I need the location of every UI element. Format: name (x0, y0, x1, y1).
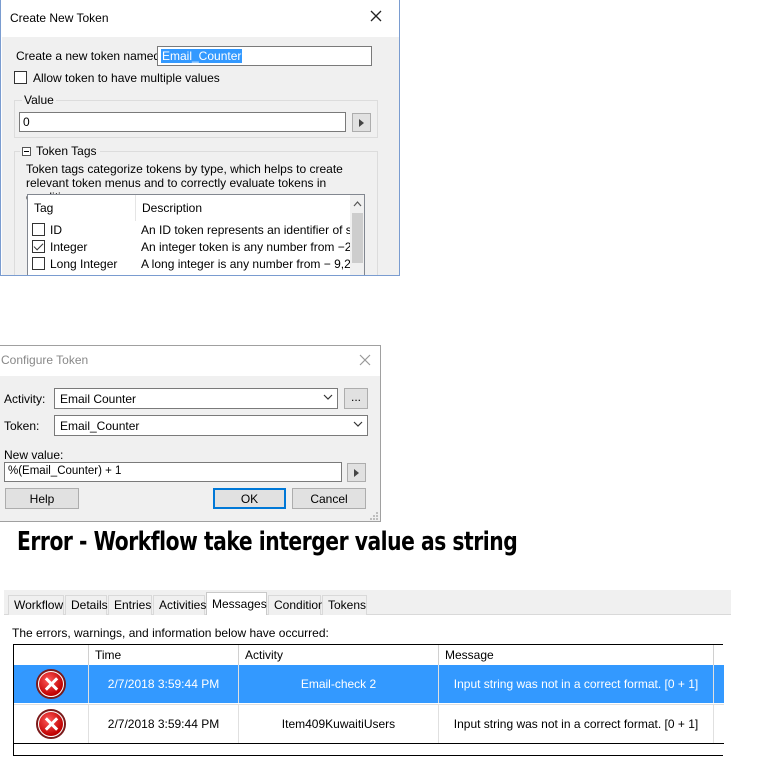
tag-description: A long integer is any number from − 9,22… (141, 257, 365, 271)
value-group-label: Value (22, 93, 56, 107)
multi-values-checkbox[interactable] (14, 71, 27, 84)
resize-grip-icon[interactable] (369, 511, 379, 521)
row-icon-cell (14, 705, 89, 743)
activity-cell: Email-check 2 (239, 665, 439, 703)
row-icon-cell (14, 665, 89, 703)
table-bottom-border (14, 743, 724, 744)
collapse-icon[interactable] (22, 147, 31, 156)
tag-column-header[interactable]: Tag (28, 195, 136, 221)
dialog-title: Configure Token (1, 353, 89, 367)
tag-name: Integer (50, 240, 88, 254)
token-label: Token: (4, 419, 40, 433)
tab-messages[interactable]: Messages (206, 592, 267, 615)
message-cell: Input string was not in a correct format… (439, 665, 714, 703)
scroll-thumb[interactable] (352, 213, 363, 263)
cancel-button[interactable]: Cancel (292, 488, 366, 509)
tag-checkbox[interactable] (32, 240, 45, 253)
tag-name: Long Integer (50, 257, 118, 271)
value-insert-button[interactable] (352, 113, 371, 132)
token-name-label: Create a new token named: (16, 49, 164, 63)
activity-column-header[interactable]: Activity (239, 645, 439, 665)
dialog-title: Create New Token (10, 11, 109, 25)
multi-values-label: Allow token to have multiple values (33, 71, 220, 85)
tag-name: ID (50, 223, 62, 237)
time-cell: 2/7/2018 3:59:44 PM (89, 705, 239, 743)
close-icon (370, 10, 382, 22)
error-icon (36, 709, 66, 739)
configure-token-dialog: Configure Token Activity: Email Counter … (0, 345, 381, 522)
close-button[interactable] (367, 7, 385, 25)
message-column-header[interactable]: Message (439, 645, 714, 665)
token-value: Email_Counter (60, 419, 140, 433)
tab-condition[interactable]: Condition (268, 595, 325, 615)
messages-intro: The errors, warnings, and information be… (12, 626, 329, 640)
new-value-label: New value: (4, 448, 64, 462)
error-caption: Error - Workflow take interger value as … (17, 527, 518, 557)
token-name-field[interactable]: Email_Counter (157, 46, 372, 66)
tab-entries[interactable]: Entries (108, 595, 152, 615)
tag-description: An integer token is any number from −2,1… (141, 240, 365, 254)
tag-checkbox[interactable] (32, 257, 45, 270)
description-column-header[interactable]: Description (136, 195, 350, 221)
list-item[interactable]: ID An ID token represents an identifier … (28, 222, 364, 239)
message-cell: Input string was not in a correct format… (439, 705, 714, 743)
table-row[interactable]: 2/7/2018 3:59:44 PM Item409KuwaitiUsers … (14, 704, 724, 743)
list-item[interactable]: Long Integer A long integer is any numbe… (28, 256, 364, 273)
table-row[interactable]: 2/7/2018 3:59:44 PM Email-check 2 Input … (14, 665, 724, 703)
activity-value: Email Counter (60, 392, 137, 406)
close-button[interactable] (357, 352, 373, 368)
messages-panel: Workflow Details Entries Activities Mess… (4, 590, 731, 758)
close-icon (359, 354, 371, 366)
token-name-value: Email_Counter (161, 49, 243, 63)
create-token-dialog: Create New Token Create a new token name… (0, 0, 400, 276)
scrollbar[interactable] (350, 195, 364, 275)
chevron-down-icon (353, 421, 363, 427)
messages-table: Time Activity Message 2/7/2018 3:59:44 P… (13, 644, 724, 756)
token-tags-list: Tag Description ID An ID token represent… (27, 194, 365, 275)
new-value-insert-button[interactable] (347, 463, 366, 482)
time-column-header[interactable]: Time (89, 645, 239, 665)
value-input[interactable]: 0 (19, 112, 346, 132)
tab-workflow[interactable]: Workflow (8, 595, 64, 615)
tab-activities[interactable]: Activities (153, 595, 206, 615)
activity-select[interactable]: Email Counter (54, 388, 338, 409)
list-item[interactable]: Integer An integer token is any number f… (28, 239, 364, 256)
tab-tokens[interactable]: Tokens (322, 595, 367, 615)
help-button[interactable]: Help (5, 488, 79, 509)
token-tags-header: Token Tags (20, 144, 100, 158)
time-cell: 2/7/2018 3:59:44 PM (89, 665, 239, 703)
tab-details[interactable]: Details (65, 595, 108, 615)
icon-column-header[interactable] (14, 645, 89, 665)
scroll-up-icon[interactable] (353, 201, 362, 207)
error-icon (36, 669, 66, 699)
tag-description: An ID token represents an identifier of … (141, 223, 365, 237)
token-select[interactable]: Email_Counter (54, 415, 368, 436)
activity-cell: Item409KuwaitiUsers (239, 705, 439, 743)
ok-button[interactable]: OK (213, 488, 286, 509)
new-value-input[interactable]: %(Email_Counter) + 1 (4, 462, 342, 482)
activity-label: Activity: (4, 392, 46, 406)
chevron-down-icon (323, 394, 333, 400)
activity-browse-button[interactable]: ... (344, 388, 368, 409)
tag-checkbox[interactable] (32, 223, 45, 236)
token-tags-label: Token Tags (36, 144, 97, 158)
